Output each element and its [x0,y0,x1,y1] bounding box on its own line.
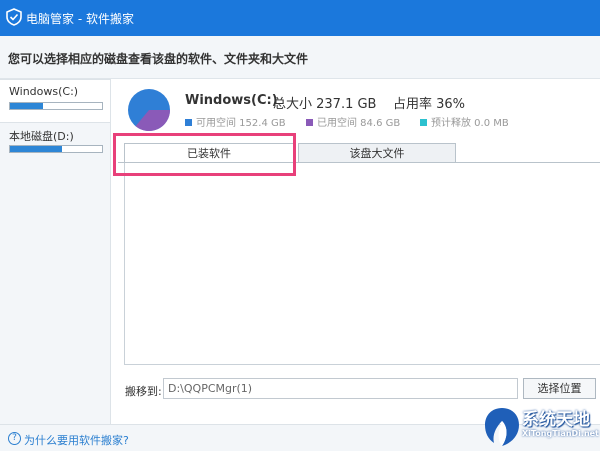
drive-sidebar: Windows(C:) 本地磁盘(D:) [0,79,111,424]
drive-usage-fill [10,103,44,109]
drive-item-c[interactable]: Windows(C:) [0,79,110,123]
drive-label: Windows(C:) [9,85,79,98]
select-location-button[interactable]: 选择位置 [523,378,596,399]
legend-swatch [185,119,192,126]
legend-swatch [420,119,427,126]
header-description-bar: 您可以选择相应的磁盘查看该盘的软件、文件夹和大文件 [0,36,600,79]
window-title: 电脑管家 - 软件搬家 [26,12,134,26]
highlight-annotation-box [113,133,296,176]
tab-large-files[interactable]: 该盘大文件 [298,143,456,163]
legend-used: 已用空间 84.6 GB [306,114,400,129]
drive-usage-bar [9,145,103,153]
disk-name: Windows(C:) [185,93,278,108]
site-watermark: 系统天地 XiTongTianDi.net [482,403,600,450]
legend-label: 已用空间 84.6 GB [317,118,401,129]
disk-total-size: 总大小 237.1 GB [273,97,377,112]
shield-logo-icon [6,8,22,26]
drive-label: 本地磁盘(D:) [9,130,74,143]
move-to-label: 搬移到: [125,385,162,398]
help-icon[interactable]: ? [8,432,21,445]
page-description: 您可以选择相应的磁盘查看该盘的软件、文件夹和大文件 [8,52,309,66]
drive-item-d[interactable]: 本地磁盘(D:) [0,123,110,165]
watermark-logo-icon [485,408,519,446]
legend-label: 预计释放 0.0 MB [431,118,509,129]
watermark-title: 系统天地 [522,410,590,430]
move-path-input[interactable] [163,378,518,399]
legend-free: 可用空间 152.4 GB [185,114,286,129]
title-bar: 电脑管家 - 软件搬家 [0,0,600,36]
software-list-panel[interactable] [124,163,600,365]
drive-usage-fill [10,146,62,152]
disk-usage-rate: 占用率 36% [393,97,466,112]
legend-label: 可用空间 152.4 GB [196,118,286,129]
watermark-subtitle: XiTongTianDi.net [522,429,599,438]
legend-swatch [306,119,313,126]
legend-release: 预计释放 0.0 MB [420,114,509,129]
drive-usage-bar [9,102,103,110]
help-link[interactable]: 为什么要用软件搬家? [24,432,129,448]
disk-usage-pie-icon [128,89,170,131]
